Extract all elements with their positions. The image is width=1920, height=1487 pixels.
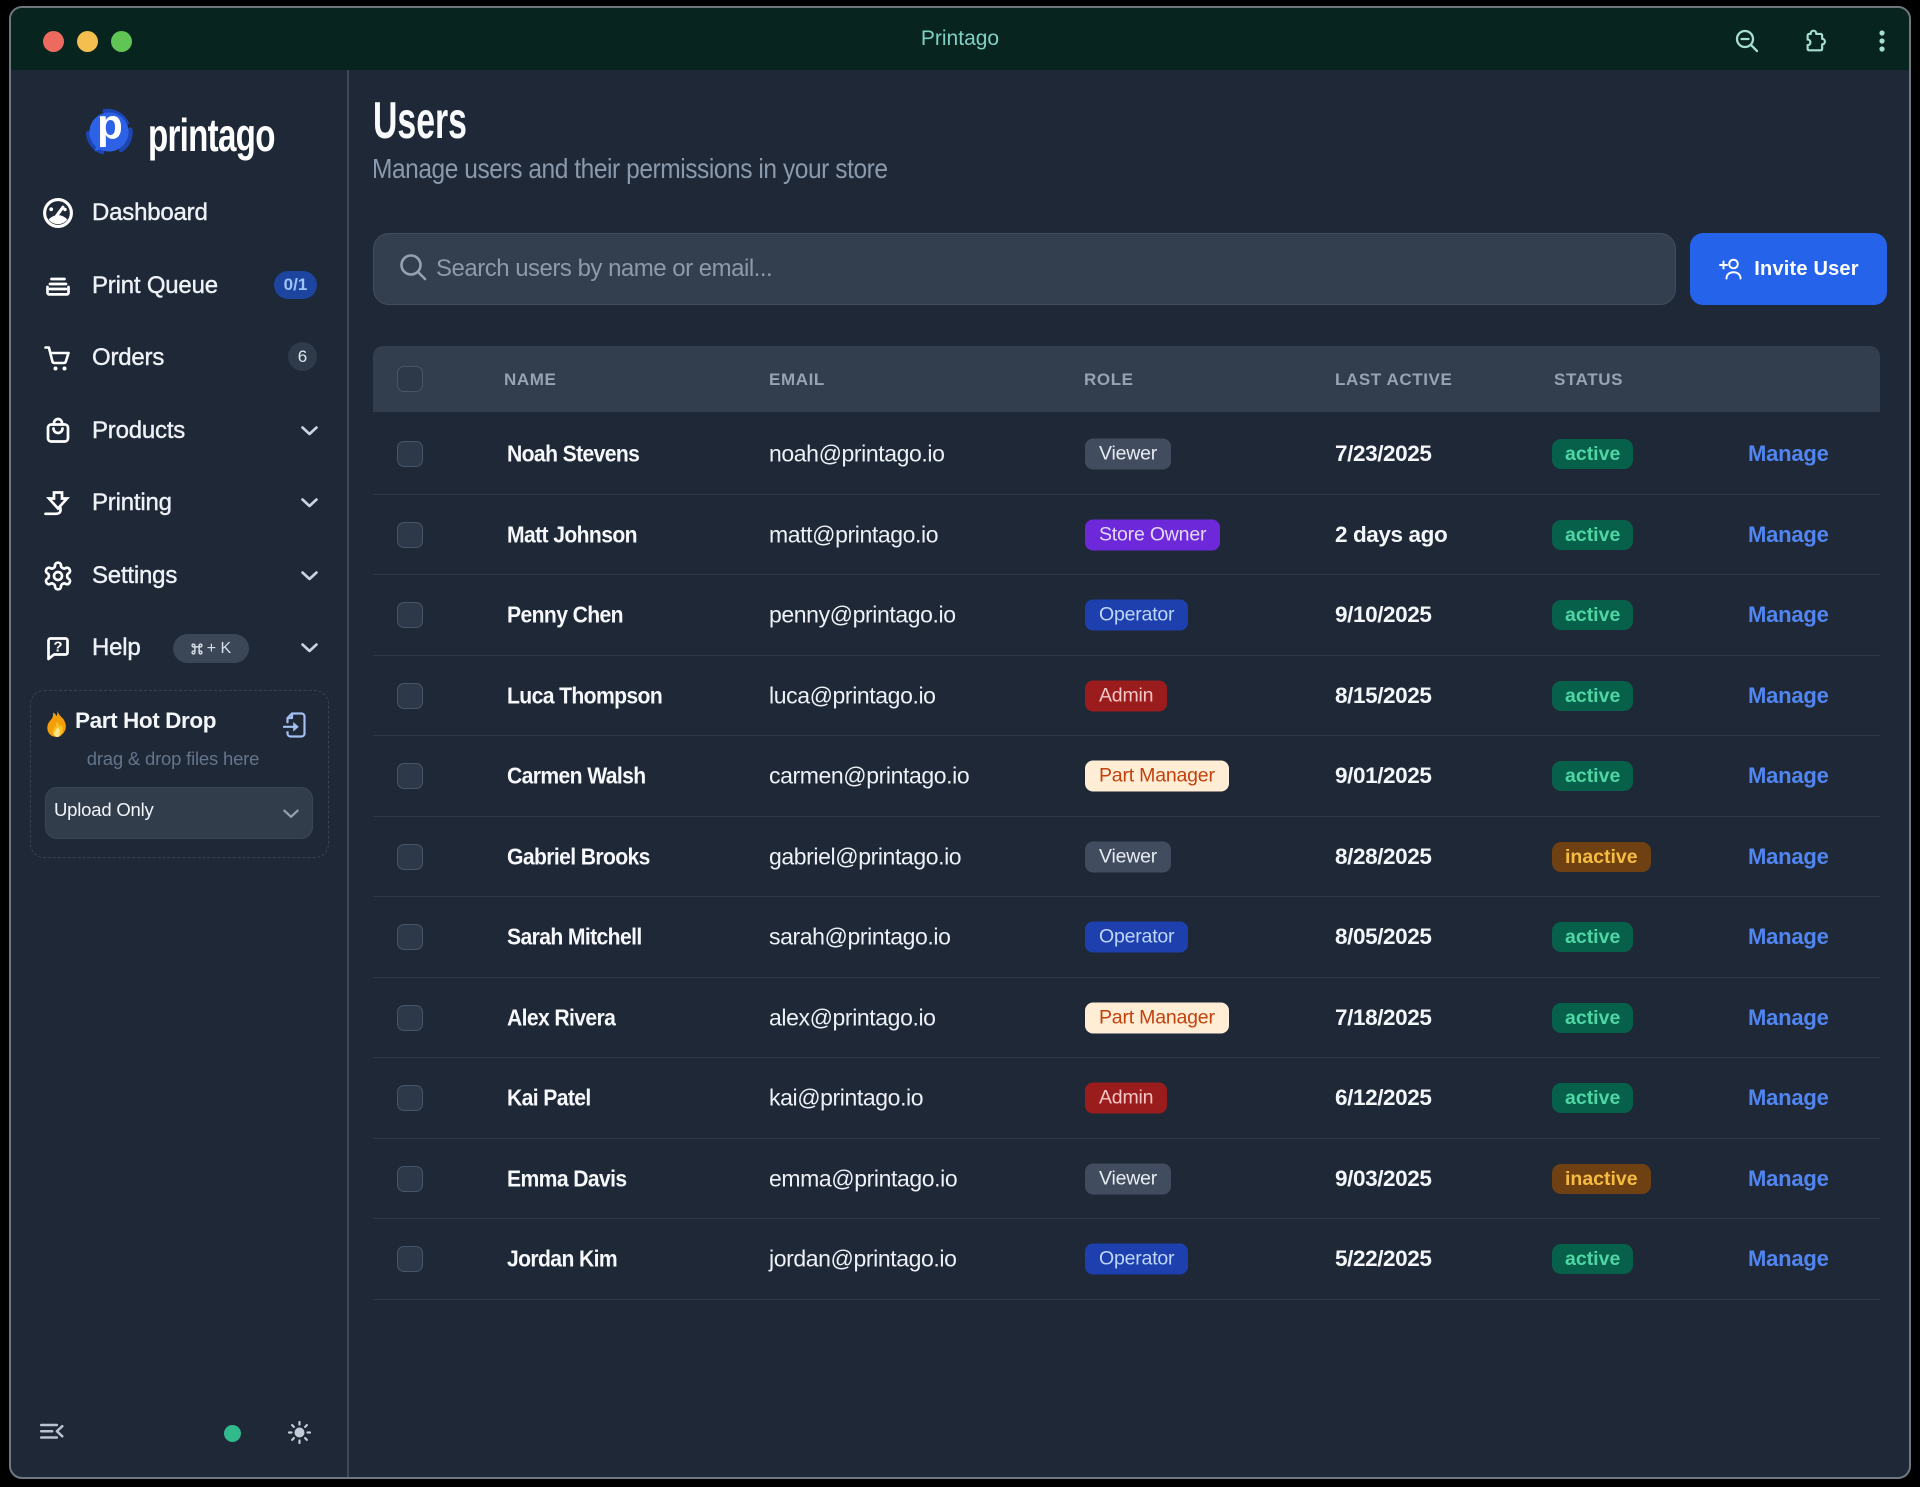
svg-text:?: ?	[53, 639, 62, 656]
svg-text:p: p	[97, 108, 123, 148]
